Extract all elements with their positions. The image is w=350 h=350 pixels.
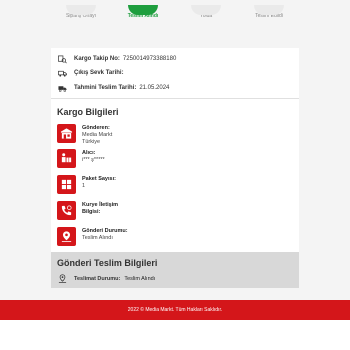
estimated-delivery-value: 21.05.2024: [139, 85, 170, 91]
footer: 2022 © Media Markt. Tüm Hakları Saklıdır…: [0, 300, 350, 320]
recipient-item: Alıcı: i*** ş*****: [57, 149, 105, 168]
recipient-package-icon: [57, 149, 76, 168]
tracking-number-value: 7250014973388180: [122, 56, 177, 62]
package-count-item: Paket Sayısı: 1: [57, 175, 116, 194]
boxes-icon: [57, 175, 76, 194]
delivery-status-label: Teslimat Durumu:: [74, 275, 121, 282]
tracking-number-label: Kargo Takip No:: [74, 56, 120, 62]
courier-contact-label-line2: Bilgisi:: [82, 209, 101, 215]
package-count-label: Paket Sayısı:: [82, 176, 116, 182]
copyright-text: 2022 © Media Markt. Tüm Hakları Saklıdır…: [127, 307, 223, 313]
sender-value-line2: Türkiye: [82, 139, 101, 145]
shipment-status-label: Gönderi Durumu:: [82, 228, 128, 234]
estimated-delivery-row: Tahmini Teslim Tarihi: 21.05.2024: [58, 83, 169, 93]
page-bottom: [0, 320, 350, 350]
truck-icon: [58, 69, 67, 78]
tracking-info-panel: Kargo Takip No: 7250014973388180 Çıkış S…: [51, 48, 299, 98]
step-dot: [191, 5, 221, 15]
shipment-status-item: Gönderi Durumu: Teslim Alındı: [57, 227, 128, 246]
courier-contact-label-line1: Kurye İletişim: [82, 202, 119, 208]
tracking-number-row: Kargo Takip No: 7250014973388180: [58, 54, 176, 64]
delivery-status-row: Teslimat Durumu: Teslim Alındı: [58, 274, 155, 283]
recipient-value: i*** ş*****: [82, 157, 105, 163]
package-count-value: 1: [82, 183, 86, 189]
shipped-date-label: Çıkış Sevk Tarihi:: [74, 70, 124, 76]
delivery-location-icon: [58, 274, 67, 283]
sender-value-line1: Media Markt: [82, 132, 113, 138]
delivery-info-section: Gönderi Teslim Bilgileri Teslimat Durumu…: [51, 252, 299, 288]
phone-icon: [57, 201, 76, 220]
shipment-status-value: Teslim Alındı: [82, 235, 113, 241]
cargo-info-section: Kargo Bilgileri Gönderen: Media Markt Tü…: [51, 98, 299, 252]
delivery-info-title: Gönderi Teslim Bilgileri: [57, 258, 158, 268]
store-icon: [57, 124, 76, 143]
sender-label: Gönderen:: [82, 125, 110, 131]
step-delivered: Teslim Edildi: [229, 5, 309, 19]
sender-item: Gönderen: Media Markt Türkiye: [57, 124, 112, 146]
order-status-stepper: Sipariş Onayı Teslim Alındı Yolda Teslim…: [0, 0, 350, 32]
cargo-info-title: Kargo Bilgileri: [57, 107, 119, 117]
delivery-truck-icon: [58, 84, 67, 93]
recipient-label: Alıcı:: [82, 150, 96, 156]
shipped-date-row: Çıkış Sevk Tarihi:: [58, 68, 127, 78]
courier-contact-item: Kurye İletişim Bilgisi:: [57, 201, 118, 220]
estimated-delivery-label: Tahmini Teslim Tarihi:: [74, 85, 137, 91]
tracking-search-icon: [58, 55, 67, 64]
location-pin-icon: [57, 227, 76, 246]
delivery-status-value: Teslim Alındı: [124, 275, 156, 282]
